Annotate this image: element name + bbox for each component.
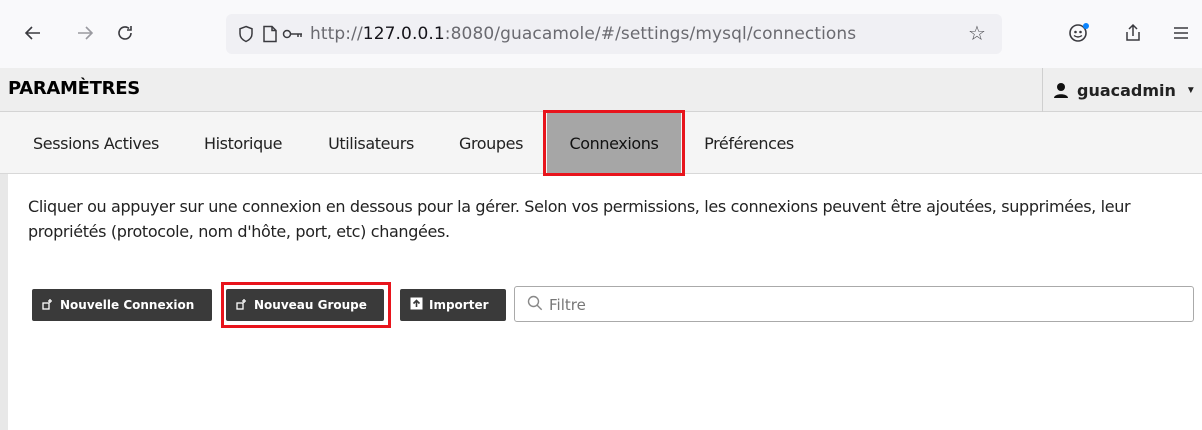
new-connection-label: Nouvelle Connexion bbox=[60, 298, 195, 312]
left-margin bbox=[0, 174, 8, 430]
page-icon bbox=[258, 22, 282, 46]
new-group-label: Nouveau Groupe bbox=[254, 298, 367, 312]
menu-icon[interactable] bbox=[1166, 18, 1196, 48]
import-label: Importer bbox=[429, 298, 489, 312]
new-group-button[interactable]: Nouveau Groupe bbox=[226, 289, 384, 321]
reload-icon[interactable] bbox=[110, 18, 140, 48]
description-text: Cliquer ou appuyer sur une connexion en … bbox=[28, 197, 1131, 241]
tab-sessions-actives[interactable]: Sessions Actives bbox=[16, 112, 176, 174]
bookmark-star-icon[interactable]: ☆ bbox=[968, 21, 986, 46]
share-icon[interactable] bbox=[1118, 18, 1148, 48]
search-icon bbox=[527, 295, 543, 316]
import-icon bbox=[410, 297, 423, 313]
page-title: PARAMÈTRES bbox=[8, 78, 140, 99]
key-icon[interactable] bbox=[282, 22, 304, 46]
user-menu[interactable]: guacadmin ▼ bbox=[1042, 68, 1202, 112]
url-text[interactable]: http://127.0.0.1:8080/guacamole/#/settin… bbox=[310, 24, 856, 44]
browser-toolbar: http://127.0.0.1:8080/guacamole/#/settin… bbox=[0, 0, 1202, 68]
add-group-icon bbox=[236, 298, 248, 313]
url-bar[interactable]: http://127.0.0.1:8080/guacamole/#/settin… bbox=[226, 14, 1002, 54]
settings-tabs: Sessions Actives Historique Utilisateurs… bbox=[0, 112, 1202, 174]
user-icon bbox=[1054, 83, 1068, 98]
tab-historique[interactable]: Historique bbox=[190, 112, 296, 174]
tab-preferences[interactable]: Préférences bbox=[694, 112, 804, 174]
tab-utilisateurs[interactable]: Utilisateurs bbox=[312, 112, 430, 174]
filter-input[interactable] bbox=[549, 293, 1149, 317]
app-header: PARAMÈTRES guacadmin ▼ bbox=[0, 68, 1202, 112]
forward-arrow-icon[interactable] bbox=[70, 18, 100, 48]
chevron-down-icon: ▼ bbox=[1185, 84, 1196, 96]
new-connection-button[interactable]: Nouvelle Connexion bbox=[32, 289, 212, 321]
tab-connexions[interactable]: Connexions bbox=[547, 112, 681, 174]
import-button[interactable]: Importer bbox=[400, 289, 506, 321]
extension-icon[interactable] bbox=[1064, 18, 1094, 48]
add-connection-icon bbox=[42, 298, 54, 313]
shield-icon[interactable] bbox=[234, 22, 258, 46]
tab-groupes[interactable]: Groupes bbox=[444, 112, 538, 174]
back-arrow-icon[interactable] bbox=[18, 18, 48, 48]
username: guacadmin bbox=[1077, 80, 1176, 100]
filter-field[interactable] bbox=[514, 286, 1194, 322]
